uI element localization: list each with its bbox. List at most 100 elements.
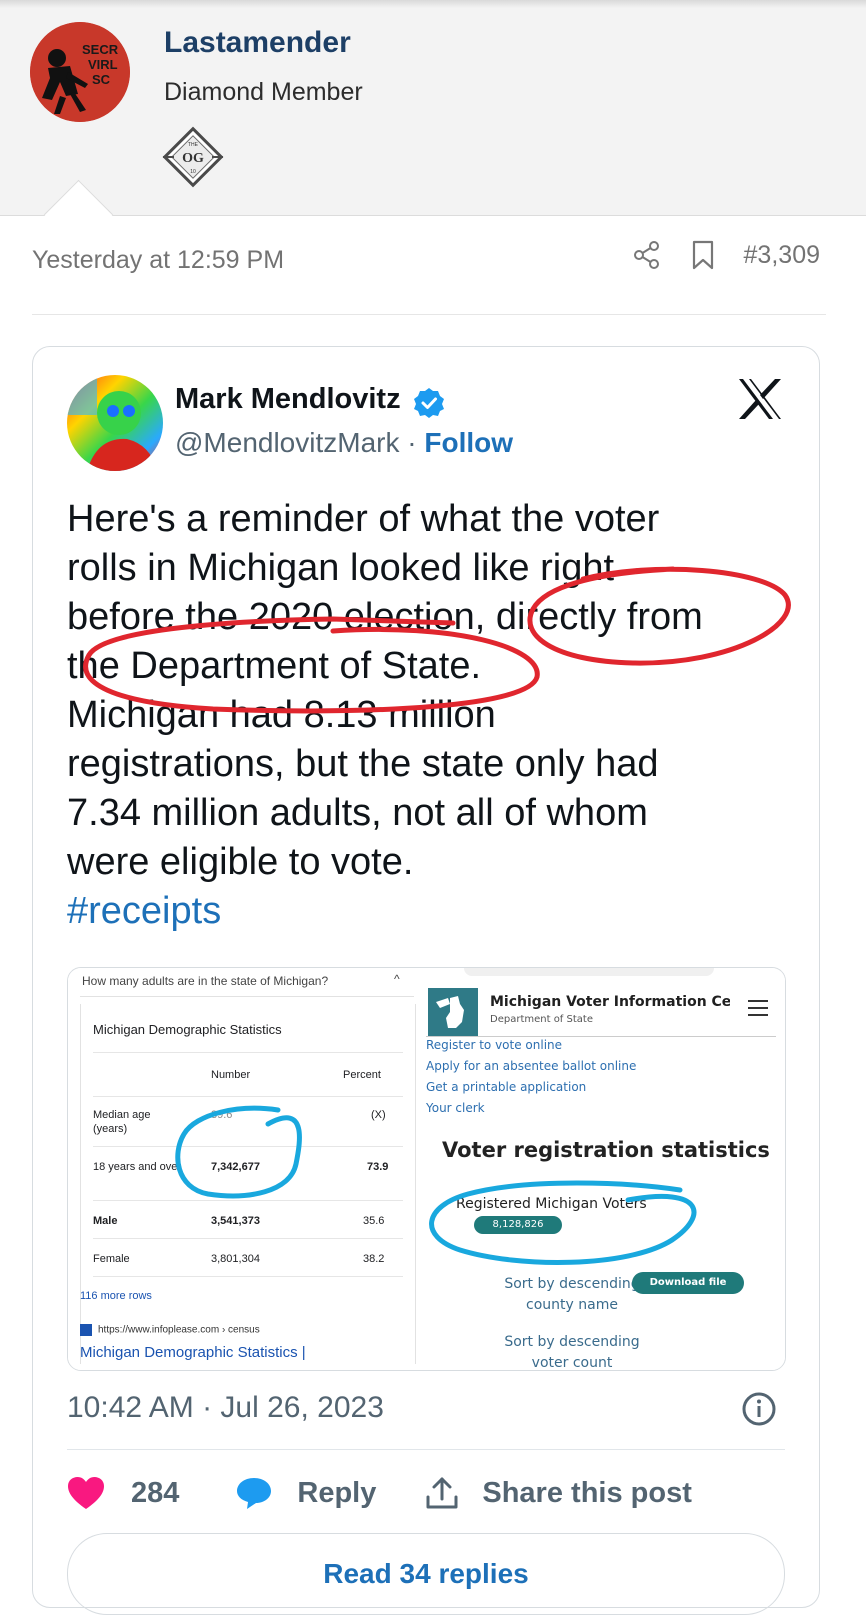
search-question: How many adults are in the state of Mich… xyxy=(82,974,329,988)
row-label: 18 years and over xyxy=(93,1161,182,1173)
row-divider xyxy=(93,1238,403,1239)
hamburger-menu-icon[interactable] xyxy=(748,1000,768,1021)
site-favicon-icon xyxy=(80,1324,92,1336)
nav-link-register[interactable]: Register to vote online xyxy=(426,1038,562,1052)
nav-link-printable[interactable]: Get a printable application xyxy=(426,1080,586,1094)
read-replies-button[interactable]: Read 34 replies xyxy=(67,1533,785,1615)
post-meta-actions: #3,309 xyxy=(632,240,820,270)
header-divider xyxy=(426,1036,776,1037)
row-divider xyxy=(93,1276,403,1277)
tweet-action-bar: 284 Reply Share this post xyxy=(67,1473,692,1513)
row-number: 3,801,304 xyxy=(211,1253,260,1265)
row-percent: (X) xyxy=(371,1109,386,1121)
registered-label: Registered Michigan Voters xyxy=(456,1196,647,1212)
question-divider xyxy=(80,996,414,997)
row-label: Female xyxy=(93,1253,130,1265)
sort-by-count[interactable]: Sort by descending voter count xyxy=(472,1332,672,1370)
og-badge-icon: THE OG 10 xyxy=(162,126,224,188)
row-percent: 73.9 xyxy=(367,1161,389,1173)
tweet-line-2: rolls in Michigan looked like right xyxy=(67,547,615,589)
tweet-divider xyxy=(67,1449,785,1450)
row-label: Median age (years) xyxy=(93,1109,151,1135)
header-percent: Percent xyxy=(343,1069,381,1081)
tweet-timestamp[interactable]: 10:42 AM · Jul 26, 2023 xyxy=(67,1391,384,1425)
reply-bubble-icon xyxy=(237,1478,272,1509)
post-date[interactable]: Yesterday at 12:59 PM xyxy=(32,246,284,275)
username[interactable]: Lastamender xyxy=(164,26,351,60)
badge-small-top: THE xyxy=(188,142,199,148)
row-number: 7,342,677 xyxy=(211,1161,260,1173)
site-title: Michigan Voter Information Center xyxy=(490,994,730,1010)
tweet-line-8: were eligible to vote. xyxy=(67,841,414,883)
row-divider xyxy=(93,1200,403,1201)
reply-label: Reply xyxy=(297,1476,377,1509)
share-action[interactable]: Share this post xyxy=(424,1475,692,1511)
stats-panel: Michigan Demographic Statistics Number P… xyxy=(80,1004,416,1364)
tweet-author-name[interactable]: Mark Mendlovitz xyxy=(175,383,401,416)
user-avatar[interactable]: SECR VIRL SC xyxy=(30,22,130,122)
heart-icon xyxy=(68,1477,104,1509)
tweet-line-6: registrations, but the state only had xyxy=(67,743,659,785)
embedded-tweet[interactable]: Mark Mendlovitz @MendlovitzMark · Follow… xyxy=(32,346,820,1615)
verified-badge-icon xyxy=(414,388,444,418)
post-number[interactable]: #3,309 xyxy=(744,241,820,270)
badge-small-bottom: 10 xyxy=(190,169,196,175)
avatar-text-2: VIRL xyxy=(88,57,118,72)
google-results-pane: How many adults are in the state of Mich… xyxy=(68,968,418,1370)
registered-count-badge: 8,128,826 xyxy=(474,1216,562,1234)
sort-by-name-line2: county name xyxy=(526,1297,618,1313)
result-link[interactable]: Michigan Demographic Statistics | xyxy=(80,1344,306,1361)
more-rows-link[interactable]: 116 more rows xyxy=(80,1290,152,1302)
sort-by-count-line2: voter count xyxy=(531,1355,613,1370)
follow-link[interactable]: Follow xyxy=(424,427,513,458)
tweet-line-3: before the 2020 election, directly from xyxy=(67,596,703,638)
michigan-logo-icon xyxy=(428,988,478,1036)
row-divider xyxy=(93,1146,403,1147)
voter-info-pane: Michigan Voter Information Center Depart… xyxy=(424,968,785,1370)
row-percent: 35.6 xyxy=(363,1215,385,1227)
reply-action[interactable]: Reply xyxy=(235,1476,376,1510)
tweet-media-image[interactable]: How many adults are in the state of Mich… xyxy=(67,967,786,1371)
avatar-text-3: SC xyxy=(92,72,111,87)
tweet-line-5: Michigan had 8.13 million xyxy=(67,694,496,736)
nav-link-absentee[interactable]: Apply for an absentee ballot online xyxy=(426,1059,636,1073)
handle-separator: · xyxy=(407,427,417,458)
x-logo-icon[interactable] xyxy=(737,377,783,421)
result-url: https://www.infoplease.com › census xyxy=(80,1324,260,1336)
upload-share-icon xyxy=(426,1477,458,1509)
tweet-line-7: 7.34 million adults, not all of whom xyxy=(67,792,648,834)
site-dept: Department of State xyxy=(490,1014,593,1025)
user-header: SECR VIRL SC Lastamender Diamond Member … xyxy=(0,0,866,250)
like-action[interactable]: 284 xyxy=(67,1476,179,1510)
like-count: 284 xyxy=(131,1476,180,1509)
meta-divider xyxy=(32,314,826,315)
nav-link-clerk[interactable]: Your clerk xyxy=(426,1101,485,1115)
tweet-author-handle-row: @MendlovitzMark · Follow xyxy=(175,427,513,459)
user-title: Diamond Member xyxy=(164,78,363,106)
tweet-author-handle[interactable]: @MendlovitzMark xyxy=(175,427,399,458)
tweet-text: Here's a reminder of what the voter roll… xyxy=(67,495,797,936)
tweet-line-4: the Department of State. xyxy=(67,645,482,687)
result-url-text: https://www.infoplease.com › census xyxy=(98,1324,260,1336)
share-icon[interactable] xyxy=(632,240,662,270)
row-number: 39.6 xyxy=(211,1109,233,1121)
stats-title: Michigan Demographic Statistics xyxy=(93,1022,282,1037)
tweet-author-avatar[interactable] xyxy=(67,375,163,471)
info-icon[interactable] xyxy=(741,1391,777,1427)
badge-text: OG xyxy=(182,151,204,166)
chevron-up-icon: ^ xyxy=(394,972,400,986)
avatar-text-1: SECR xyxy=(82,42,119,57)
stats-heading: Voter registration statistics xyxy=(442,1138,770,1162)
header-caret xyxy=(43,179,114,250)
row-divider xyxy=(93,1052,403,1053)
bookmark-icon[interactable] xyxy=(690,240,716,270)
tweet-line-1: Here's a reminder of what the voter xyxy=(67,498,660,540)
browser-bar xyxy=(464,968,714,976)
hashtag-link[interactable]: #receipts xyxy=(67,887,797,936)
row-label: Male xyxy=(93,1215,118,1227)
download-file-button[interactable]: Download file xyxy=(632,1272,744,1294)
row-divider xyxy=(93,1096,403,1097)
row-percent: 38.2 xyxy=(363,1253,385,1265)
share-post-label: Share this post xyxy=(482,1476,692,1509)
row-number: 3,541,373 xyxy=(211,1215,260,1227)
